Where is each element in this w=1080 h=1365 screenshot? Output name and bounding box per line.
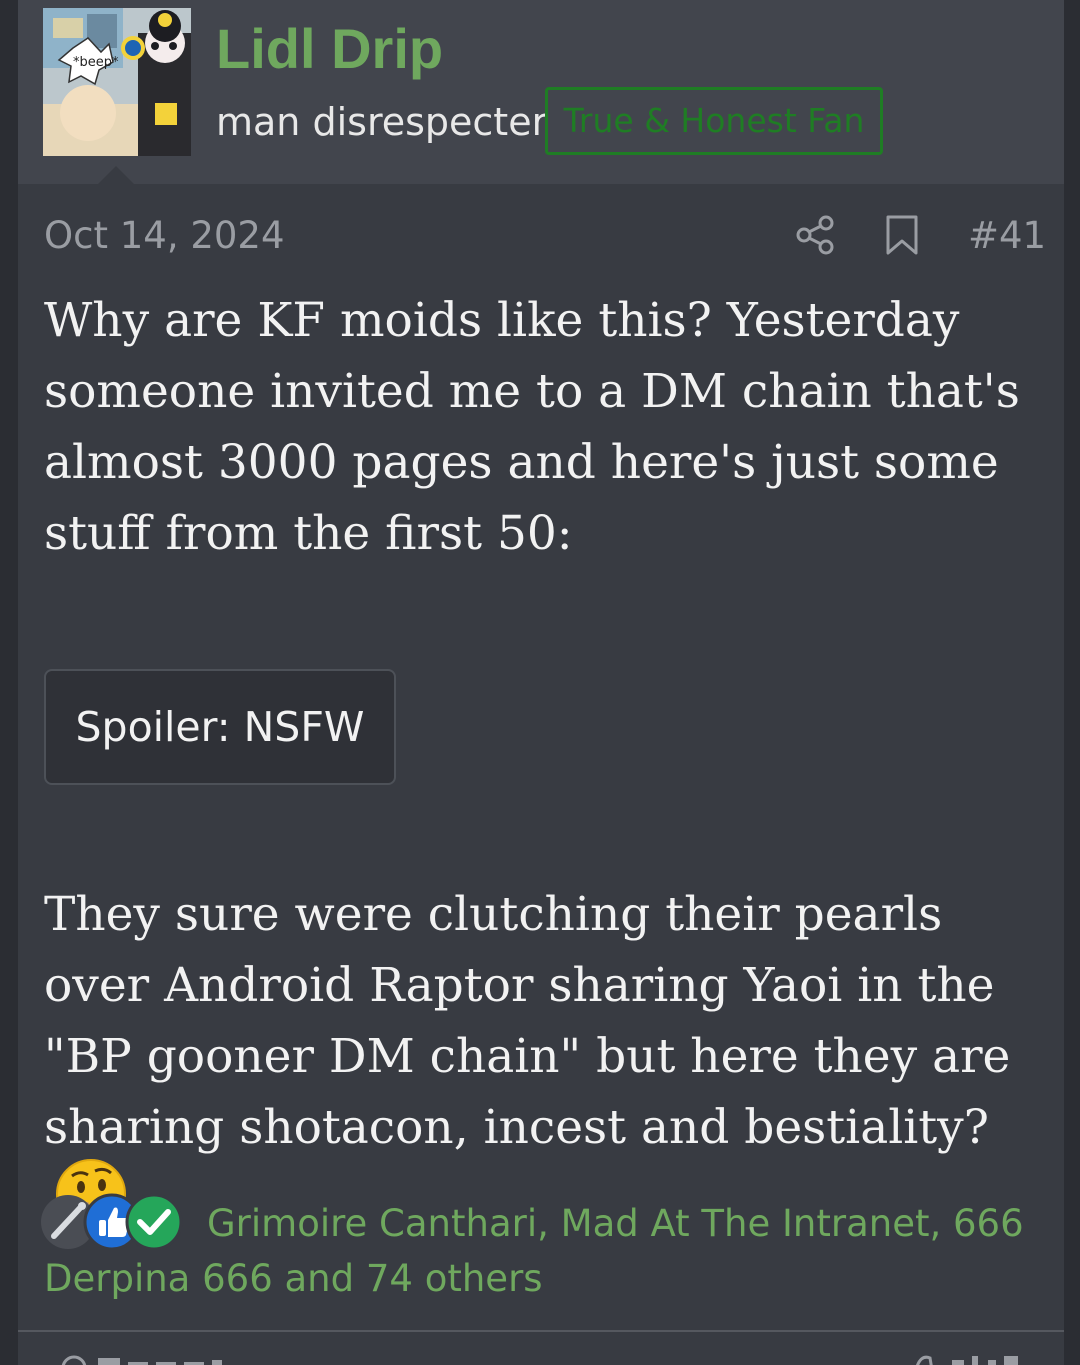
bookmark-icon[interactable] — [884, 214, 920, 256]
post-footer-divider — [18, 1330, 1064, 1332]
username[interactable]: Lidl Drip — [216, 14, 443, 84]
spoiler-button[interactable]: Spoiler: NSFW — [44, 669, 396, 785]
avatar-image: *beep* — [43, 8, 191, 156]
page: *beep* Lidl Drip man disrespecter True &… — [0, 0, 1080, 1365]
report-button-partial[interactable] — [58, 1350, 258, 1365]
post-date[interactable]: Oct 14, 2024 — [44, 208, 285, 264]
post-header: *beep* Lidl Drip man disrespecter True &… — [18, 0, 1064, 184]
user-title: man disrespecter — [216, 100, 548, 144]
user-avatar[interactable]: *beep* — [43, 8, 191, 156]
post-paragraph-2-text: They sure were clutching their pearls ov… — [44, 887, 1011, 1155]
reaction-users[interactable]: Grimoire Canthari, Mad At The Intranet, … — [44, 1196, 1044, 1306]
user-banner: True & Honest Fan — [545, 87, 883, 155]
post-paragraph-2: They sure were clutching their pearls ov… — [44, 879, 1044, 1239]
forum-post: *beep* Lidl Drip man disrespecter True &… — [18, 0, 1064, 1365]
avatar-text: *beep* — [73, 55, 119, 70]
share-icon[interactable] — [795, 214, 837, 256]
post-number[interactable]: #41 — [968, 208, 1046, 264]
like-button-partial[interactable] — [908, 1350, 1058, 1365]
post-paragraph-1: Why are KF moids like this? Yesterday so… — [44, 293, 1020, 561]
header-caret — [98, 166, 134, 184]
